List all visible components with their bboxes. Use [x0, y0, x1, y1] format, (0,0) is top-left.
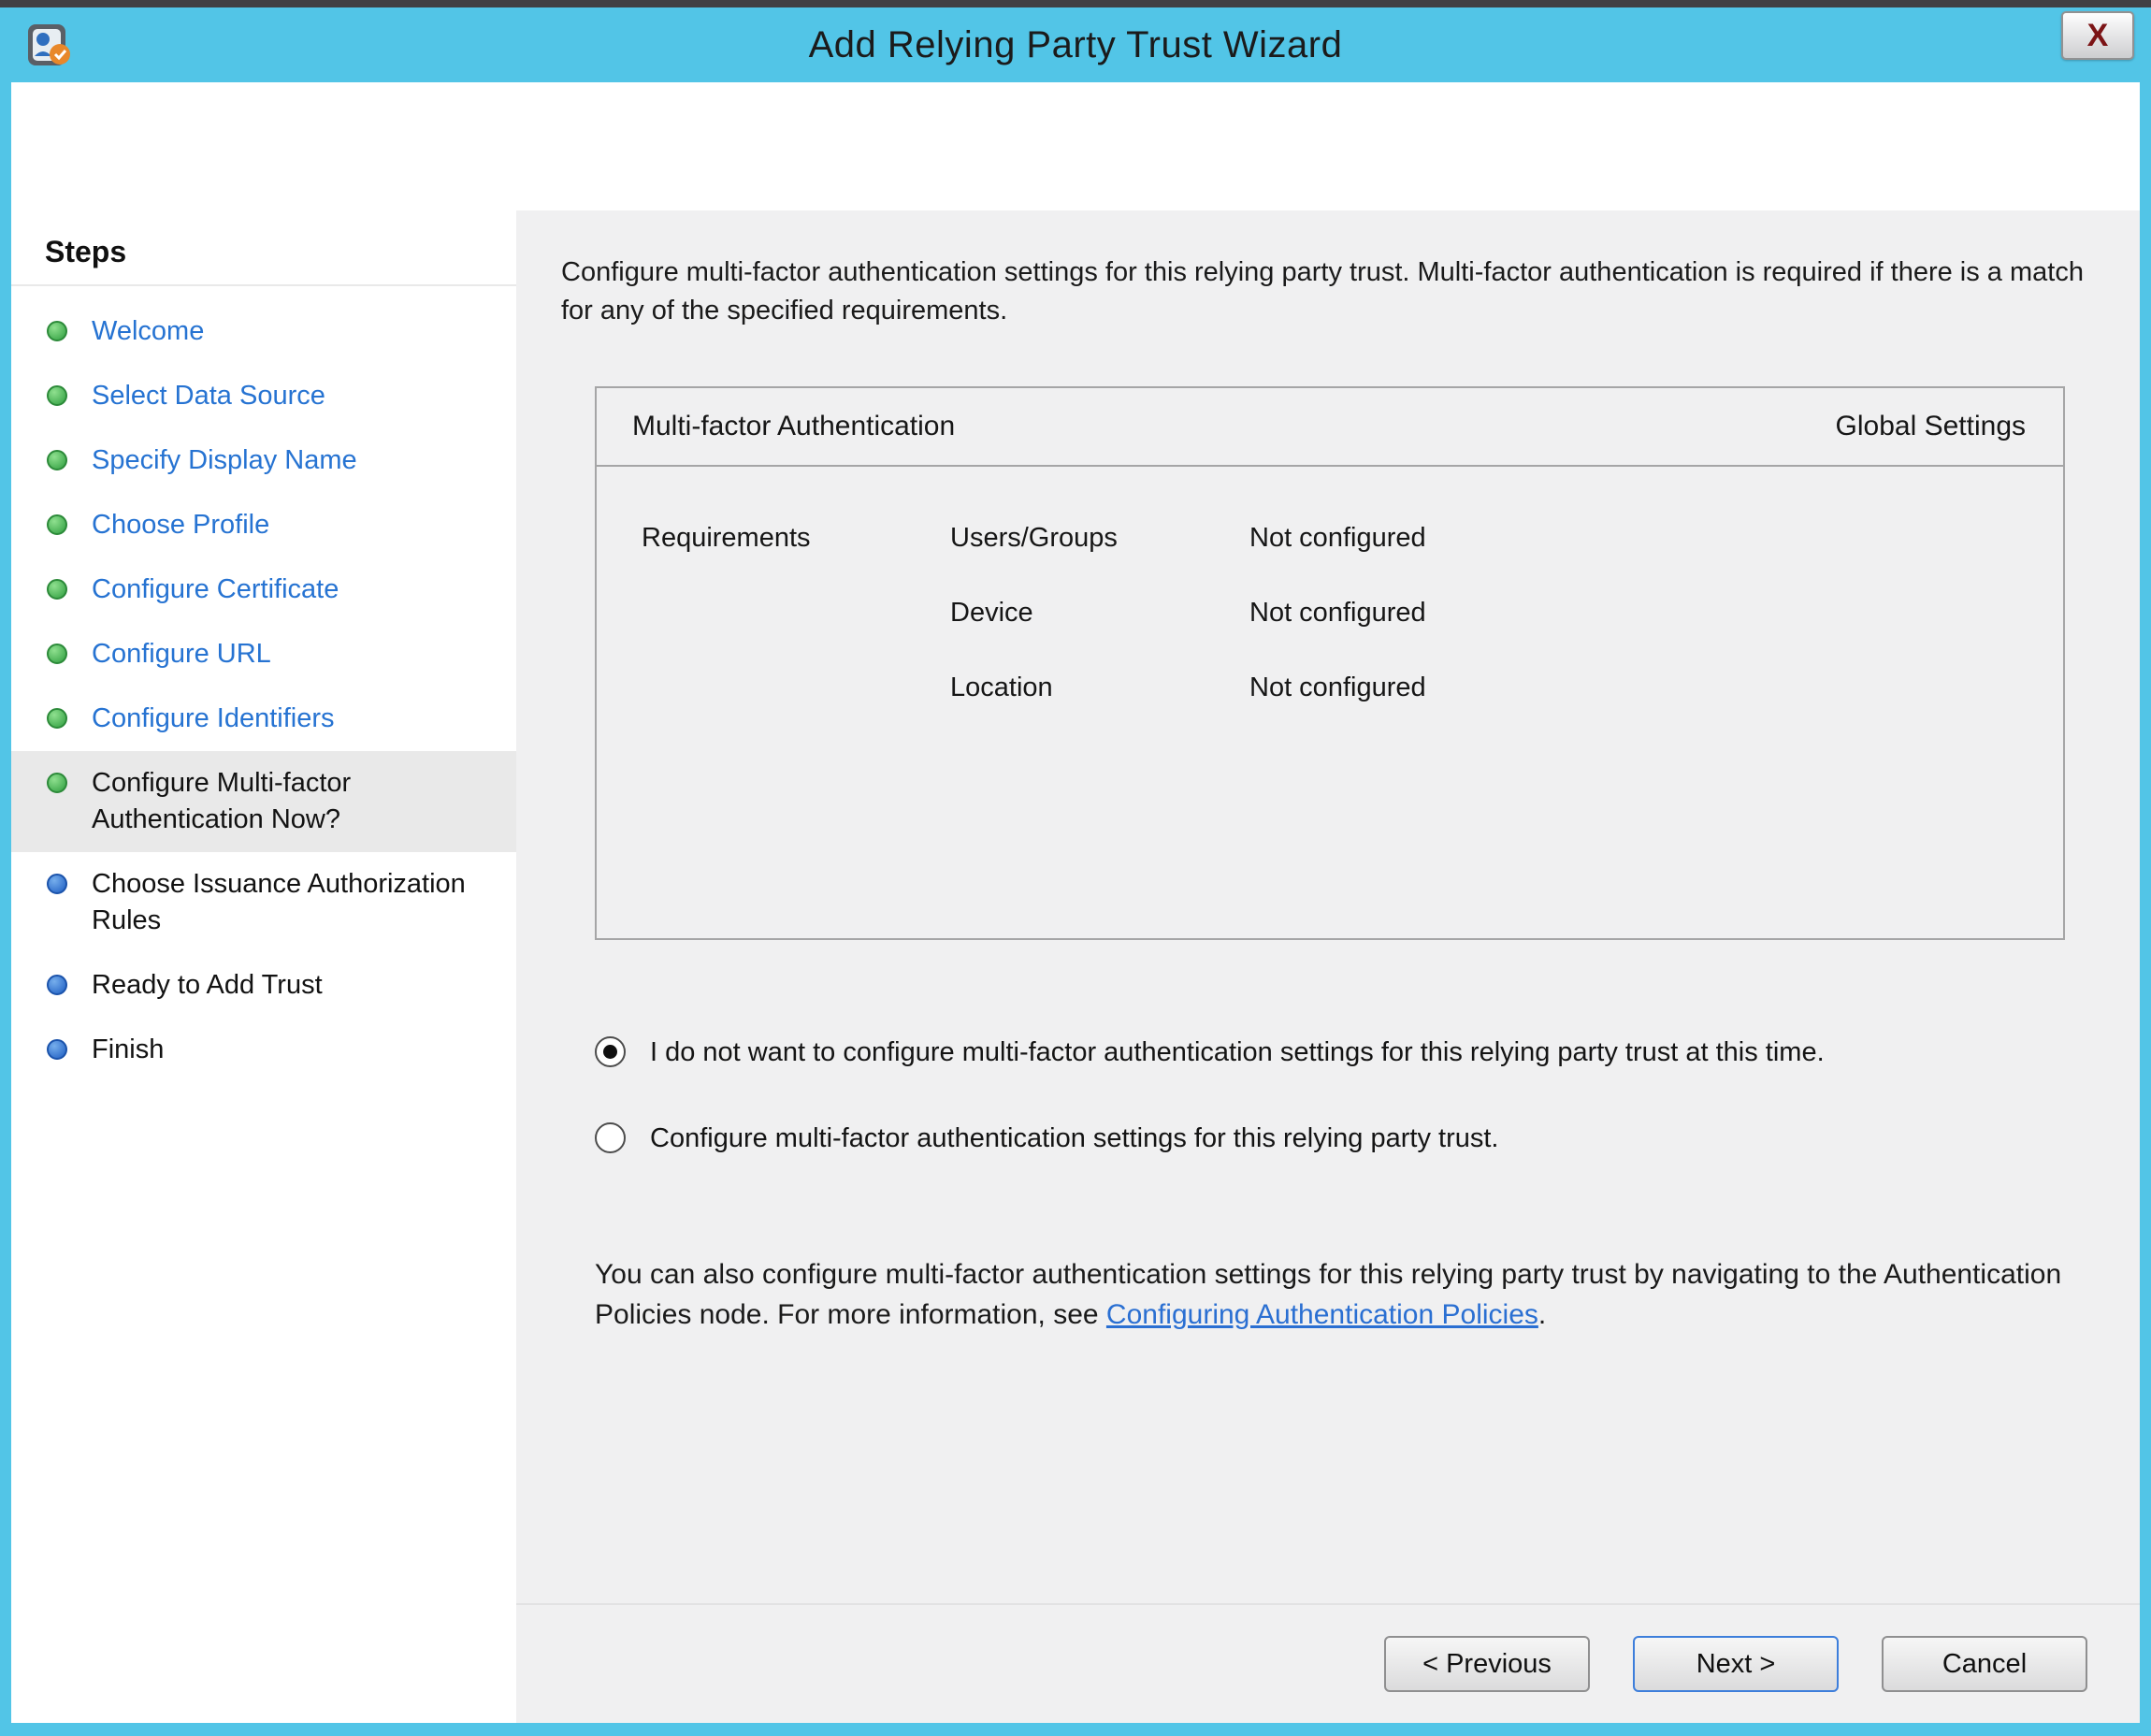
step-status-icon — [47, 644, 67, 664]
step-status-icon — [47, 579, 67, 600]
panel-header: Multi-factor Authentication Global Setti… — [597, 388, 2063, 467]
step-status-icon — [47, 975, 67, 995]
radio-label[interactable]: Configure multi-factor authentication se… — [650, 1120, 1498, 1157]
step-configure-url[interactable]: Configure URL — [11, 622, 516, 687]
mfa-settings-panel: Multi-factor Authentication Global Setti… — [595, 386, 2065, 940]
wizard-window: Add Relying Party Trust Wizard X Steps W… — [0, 0, 2151, 1736]
close-button[interactable]: X — [2061, 11, 2134, 60]
radio-label[interactable]: I do not want to configure multi-factor … — [650, 1034, 1825, 1071]
step-status-icon — [47, 1039, 67, 1060]
step-ready-to-add-trust: Ready to Add Trust — [11, 953, 516, 1018]
requirement-name: Location — [950, 673, 1249, 703]
step-choose-profile[interactable]: Choose Profile — [11, 493, 516, 557]
step-status-icon — [47, 874, 67, 894]
step-welcome[interactable]: Welcome — [11, 299, 516, 364]
steps-list: Welcome Select Data Source Specify Displ… — [11, 299, 516, 1082]
step-status-icon — [47, 708, 67, 729]
step-status-icon — [47, 450, 67, 470]
cancel-button[interactable]: Cancel — [1882, 1636, 2087, 1692]
step-choose-issuance-authorization-rules: Choose Issuance Authorization Rules — [11, 852, 516, 953]
step-status-icon — [47, 773, 67, 793]
global-settings-label: Global Settings — [1836, 411, 2026, 442]
step-configure-mfa-now[interactable]: Configure Multi-factor Authentication No… — [11, 751, 516, 852]
step-status-icon — [47, 514, 67, 535]
content-row: Steps Welcome Select Data Source Specify… — [11, 210, 2140, 1723]
main-content: Configure multi-factor authentication se… — [516, 210, 2140, 1603]
step-status-icon — [47, 321, 67, 341]
titlebar: Add Relying Party Trust Wizard X — [11, 7, 2140, 82]
table-row: Requirements Users/Groups Not configured — [597, 500, 2063, 575]
header-band — [11, 82, 2140, 210]
previous-button[interactable]: < Previous — [1384, 1636, 1590, 1692]
step-status-icon — [47, 385, 67, 406]
radio-button-icon[interactable] — [595, 1036, 626, 1067]
radio-0[interactable]: I do not want to configure multi-factor … — [595, 1034, 2086, 1071]
footnote-text: You can also configure multi-factor auth… — [595, 1254, 2065, 1335]
requirement-name: Device — [950, 598, 1249, 629]
steps-heading: Steps — [11, 235, 516, 286]
requirement-name: Users/Groups — [950, 523, 1249, 554]
radio-1[interactable]: Configure multi-factor authentication se… — [595, 1120, 2086, 1157]
window-body: Steps Welcome Select Data Source Specify… — [11, 82, 2140, 1723]
panel-body: Requirements Users/Groups Not configured… — [597, 467, 2063, 725]
adfs-app-icon — [24, 19, 75, 69]
main-pane: Configure multi-factor authentication se… — [516, 210, 2140, 1723]
footer-button-bar: < Previous Next > Cancel — [516, 1603, 2140, 1723]
step-select-data-source[interactable]: Select Data Source — [11, 364, 516, 428]
requirement-value: Not configured — [1249, 673, 2063, 703]
requirements-label: Requirements — [642, 523, 950, 554]
window-top-edge — [0, 0, 2151, 7]
requirement-value: Not configured — [1249, 523, 2063, 554]
intro-text: Configure multi-factor authentication se… — [561, 253, 2086, 330]
step-specify-display-name[interactable]: Specify Display Name — [11, 428, 516, 493]
footnote-after: . — [1538, 1299, 1546, 1330]
steps-sidebar: Steps Welcome Select Data Source Specify… — [11, 210, 516, 1723]
table-row: Location Not configured — [597, 650, 2063, 725]
step-finish: Finish — [11, 1018, 516, 1082]
step-configure-identifiers[interactable]: Configure Identifiers — [11, 687, 516, 751]
requirement-value: Not configured — [1249, 598, 2063, 629]
radio-button-icon[interactable] — [595, 1122, 626, 1153]
next-button[interactable]: Next > — [1633, 1636, 1839, 1692]
configuring-authentication-policies-link[interactable]: Configuring Authentication Policies — [1106, 1299, 1538, 1330]
table-row: Device Not configured — [597, 575, 2063, 650]
window-title: Add Relying Party Trust Wizard — [809, 24, 1343, 66]
step-configure-certificate[interactable]: Configure Certificate — [11, 557, 516, 622]
panel-title: Multi-factor Authentication — [632, 411, 955, 442]
